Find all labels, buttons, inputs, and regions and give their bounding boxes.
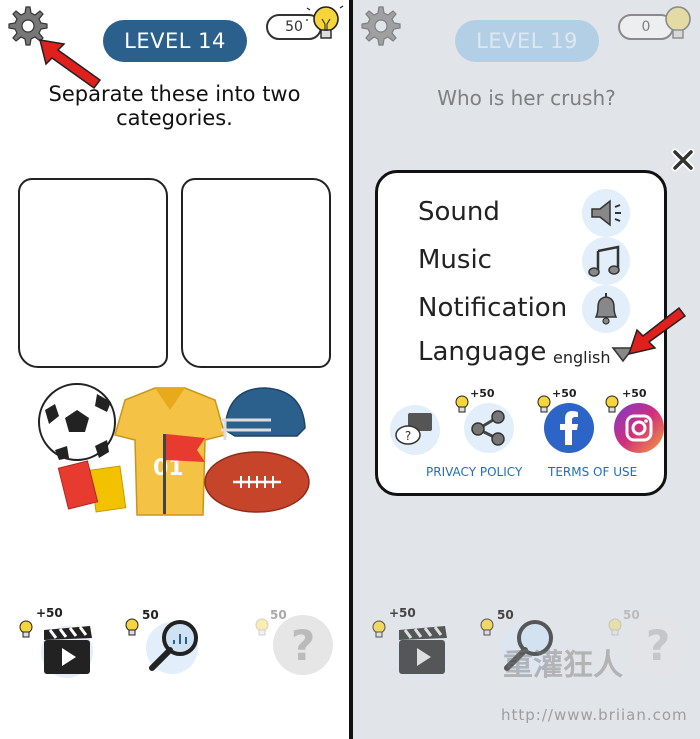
question-text: Separate these into two categories.	[48, 82, 301, 130]
terms-of-use-link[interactable]: TERMS OF USE	[548, 465, 637, 479]
privacy-policy-link[interactable]: PRIVACY POLICY	[426, 465, 522, 479]
soccer-ball-icon[interactable]	[38, 383, 116, 461]
cost-bulb-icon	[480, 618, 494, 636]
instagram-cost-label: +50	[622, 387, 647, 400]
annotation-arrow-icon	[627, 306, 687, 356]
language-selected-value[interactable]: english	[553, 348, 611, 367]
cost-bulb-icon	[608, 618, 622, 636]
svg-text:?: ?	[646, 621, 670, 670]
music-toggle[interactable]	[582, 237, 630, 285]
question-mark-skip-icon[interactable]: ?	[272, 614, 334, 676]
watermark-url: http://www.briian.com	[501, 706, 688, 724]
instagram-button[interactable]	[614, 403, 664, 453]
lightbulb-icon[interactable]	[306, 2, 344, 46]
sound-label: Sound	[418, 197, 500, 227]
speaker-icon	[591, 199, 621, 227]
speech-bubble-icon: ?	[395, 413, 432, 445]
cost-bulb-icon	[19, 620, 33, 638]
video-cost-label: +50	[36, 606, 63, 620]
cost-bulb-icon	[125, 618, 139, 636]
watch-video-clapper-icon[interactable]	[36, 622, 98, 678]
right-screen: LEVEL 19 0 Who is her crush? Sound Music	[353, 0, 700, 739]
watermark-logo: 重灌狂人	[503, 648, 623, 683]
share-button[interactable]	[464, 403, 514, 453]
share-cost-label: +50	[470, 387, 495, 400]
category-box-right[interactable]	[181, 178, 331, 368]
football-icon[interactable]	[204, 451, 310, 513]
sport-items: 01	[38, 383, 310, 516]
instagram-icon	[625, 414, 653, 442]
language-label: Language	[418, 337, 547, 367]
referee-cards-icon[interactable]	[57, 460, 127, 513]
left-screen: LEVEL 14 50 Separate these into two cate…	[0, 0, 349, 739]
magnifier-hint-icon[interactable]	[140, 616, 208, 676]
sound-toggle[interactable]	[582, 189, 630, 237]
facebook-button[interactable]	[544, 403, 594, 453]
cost-bulb-icon	[372, 620, 386, 638]
svg-text:?: ?	[291, 621, 315, 670]
cost-bulb-icon	[255, 618, 269, 636]
video-cost-label: +50	[389, 606, 416, 620]
watch-video-clapper-icon[interactable]	[391, 622, 453, 678]
music-note-icon	[588, 245, 620, 277]
category-box-left[interactable]	[18, 178, 168, 368]
helmet-icon[interactable]	[221, 387, 306, 440]
svg-text:?: ?	[405, 429, 411, 443]
question-mark-skip-icon[interactable]: ?	[627, 614, 689, 676]
close-icon[interactable]	[671, 148, 695, 172]
facebook-icon	[560, 411, 578, 445]
feedback-button[interactable]: ?	[390, 405, 440, 455]
notification-label: Notification	[418, 293, 568, 323]
share-icon	[471, 410, 505, 446]
level-badge: LEVEL 14	[103, 20, 247, 62]
facebook-cost-label: +50	[552, 387, 577, 400]
music-label: Music	[418, 245, 492, 275]
